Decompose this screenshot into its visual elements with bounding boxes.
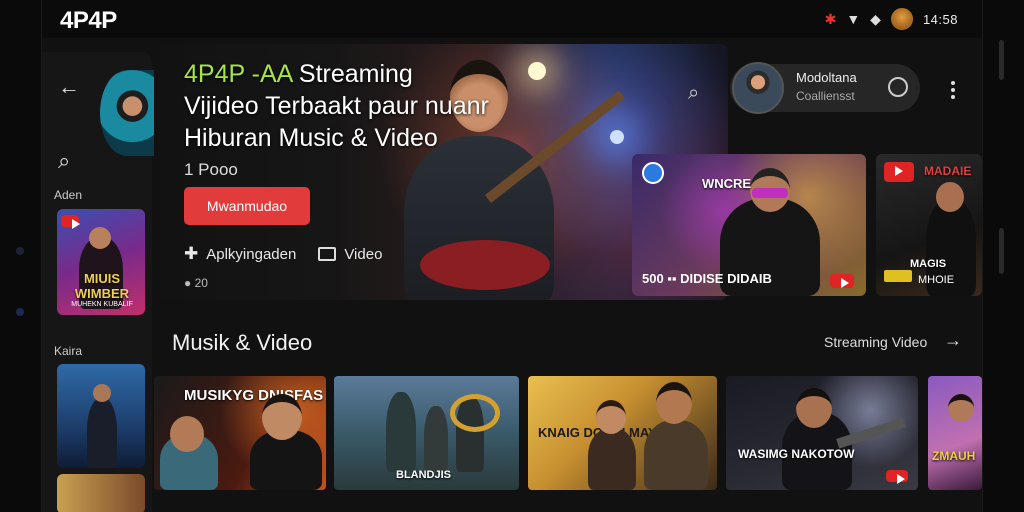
video-thumb-5[interactable]: ZMAUH (928, 376, 982, 490)
thumb-figure (644, 420, 708, 490)
arrow-right-icon[interactable]: → (944, 330, 962, 351)
video-thumb-2[interactable]: BLANDJIS (334, 376, 519, 490)
bezel-right (982, 0, 1024, 512)
wifi-icon: ◆ (870, 10, 881, 27)
youtube-icon (884, 162, 914, 182)
video-thumb-1-caption: MUSIKYG DNISFAS (184, 387, 324, 404)
video-thumb-3[interactable]: KNAIG DOUUI MAYDIAN (528, 376, 717, 490)
thumb-head (948, 394, 974, 422)
thumb-head (596, 400, 626, 434)
thumb-head (656, 382, 692, 424)
video-thumb-2-caption: BLANDJIS (396, 469, 452, 481)
channel-logo-icon (642, 162, 664, 184)
hero-title-line-3: Hiburan Music & Video (184, 124, 438, 152)
puzzle-icon: ✚ (184, 244, 199, 263)
chat-icon[interactable] (888, 77, 908, 97)
clock: 14:58 (922, 11, 958, 27)
search-icon[interactable]: ⌕ (688, 82, 699, 105)
thumb-figure (87, 398, 117, 468)
thumb-head (796, 388, 832, 428)
rail-thumb-1-sub: MUHEKN KUBALIF (71, 301, 133, 308)
avatar[interactable] (890, 8, 913, 30)
sensor-dot (16, 247, 24, 255)
bezel-left (0, 0, 42, 512)
hero-title-line-2: Vijideo Terbaakt paur nuanr (184, 92, 489, 120)
front-camera (16, 308, 24, 316)
status-bar: 4P4P ✱ ▼ ◆ 14:58 (42, 0, 982, 38)
app-brand: 4P4P (60, 7, 117, 34)
hero-meta: ✚ Aplkyingaden Video (184, 244, 382, 264)
monitor-icon (318, 247, 337, 261)
rail-thumb-2[interactable] (57, 364, 145, 468)
section-title: Musik & Video (172, 330, 313, 355)
rail-label-kaira: Kaira (54, 344, 83, 358)
video-thumb-5-caption: ZMAUH (932, 449, 976, 463)
power-button (999, 228, 1004, 274)
signal-icon: ▼ (846, 11, 861, 27)
profile-pill[interactable]: Modoltana Coalliensst (730, 62, 920, 114)
thumb-figure (424, 406, 448, 472)
featured-card-2-footer: MHOIE (918, 274, 955, 286)
hero-meta-video[interactable]: Video (344, 246, 382, 263)
hero-watch-button[interactable]: Mwanmudao (184, 187, 310, 225)
video-thumb-1[interactable]: MUSIKYG DNISFAS (154, 376, 326, 490)
section-see-all-link[interactable]: Streaming Video (824, 334, 927, 350)
flower-icon: ✱ (824, 10, 837, 27)
hero-title-rest: Streaming (291, 60, 413, 88)
hero-title: 4P4P -AA Streaming Vijideo Terbaakt paur… (184, 58, 544, 154)
hero-location: ● 20 (184, 276, 208, 290)
profile-name: Modoltana (796, 70, 857, 85)
video-thumb-4-caption: WASIMG NAKOTOW (738, 447, 855, 461)
profile-subtitle: Coalliensst (796, 89, 855, 103)
hero-title-accent: 4P4P -AA (184, 60, 292, 88)
thumb-head (89, 227, 111, 249)
featured-card-2[interactable]: MADAIE MAGIS MHOIE (876, 154, 982, 296)
rail-profile-image[interactable] (100, 70, 154, 156)
rail-thumb-1-caption: MIUIS WIMBER (74, 271, 130, 301)
youtube-icon (830, 274, 854, 288)
featured-card-1-title: WNCRE (702, 176, 752, 191)
thumb-head (170, 416, 204, 452)
status-icons: ✱ ▼ ◆ 14:58 (825, 8, 958, 30)
thumb-head (262, 394, 302, 440)
thumb-figure (588, 428, 636, 490)
sunglasses (752, 188, 788, 198)
featured-card-2-title: MADAIE (924, 164, 972, 178)
rail-thumb-3[interactable] (57, 474, 145, 512)
hero-subtitle: 1 Pooo (184, 160, 238, 179)
guitar-body (420, 240, 550, 290)
tuba (450, 394, 500, 432)
volume-button (999, 40, 1004, 80)
search-icon[interactable]: ⌕ (58, 148, 70, 174)
video-thumb-4[interactable]: WASIMG NAKOTOW (726, 376, 918, 490)
badge (884, 270, 912, 282)
stage-light (610, 130, 624, 144)
profile-avatar[interactable] (732, 62, 784, 114)
rail-thumb-1[interactable]: MIUIS WIMBER MUHEKN KUBALIF (57, 209, 145, 315)
left-rail: ← ⌕ Aden MIUIS WIMBER MUHEKN KUBALIF Kai… (42, 52, 154, 512)
youtube-icon (886, 470, 908, 484)
rail-label-aden: Aden (54, 188, 83, 202)
featured-card-1-footer: 500 ▪▪ DIDISE DIDAIB (642, 271, 772, 286)
hero-meta-app[interactable]: Aplkyingaden (206, 246, 296, 263)
thumb-figure (386, 392, 416, 472)
app-screen: 4P4P ✱ ▼ ◆ 14:58 ← ⌕ Aden MIUIS WIMBER M… (42, 0, 982, 512)
featured-card-1[interactable]: WNCRE 500 ▪▪ DIDISE DIDAIB (632, 154, 866, 296)
featured-card-2-sub: MAGIS (910, 258, 947, 270)
thumb-head (93, 384, 111, 402)
more-options-icon[interactable] (945, 78, 961, 102)
card-head (936, 182, 964, 212)
back-arrow-icon[interactable]: ← (58, 74, 80, 100)
play-badge-icon (61, 215, 80, 229)
